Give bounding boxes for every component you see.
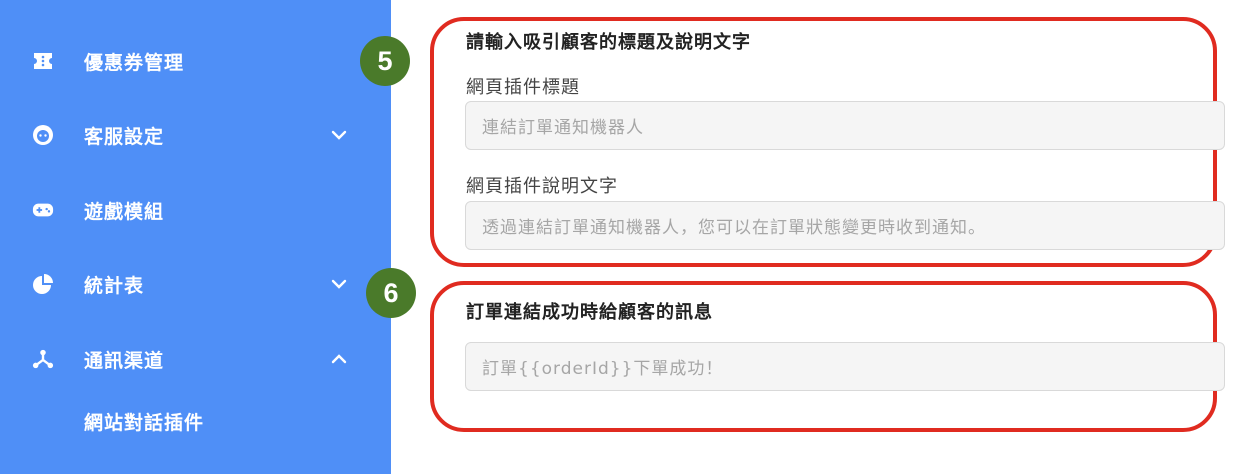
widget-title-input[interactable]: 連結訂單通知機器人 (465, 101, 1225, 150)
pie-chart-icon (32, 273, 54, 295)
sidebar-item-label: 統計表 (84, 274, 145, 297)
widget-description-label: 網頁插件說明文字 (466, 176, 618, 197)
sidebar-item-label: 優惠券管理 (84, 51, 185, 74)
sidebar-item-label: 遊戲模組 (84, 200, 165, 223)
chevron-down-icon[interactable] (328, 124, 350, 146)
widget-title-label: 網頁插件標題 (466, 77, 580, 98)
chevron-down-icon[interactable] (328, 273, 350, 295)
step-badge-6: 6 (366, 268, 416, 318)
sidebar-item-statistics[interactable]: 統計表 (0, 259, 391, 309)
sidebar-item-game-module[interactable]: 遊戲模組 (0, 185, 391, 235)
section-title-success-message: 訂單連結成功時給顧客的訊息 (466, 302, 713, 323)
headset-icon (32, 124, 54, 146)
gamepad-icon (32, 199, 54, 221)
chevron-up-icon[interactable] (328, 348, 350, 370)
sidebar-item-channels[interactable]: 通訊渠道 (0, 334, 391, 384)
ticket-icon (32, 50, 54, 72)
widget-description-input[interactable]: 透過連結訂單通知機器人，您可以在訂單狀態變更時收到通知。 (465, 201, 1225, 250)
step-badge-5: 5 (360, 36, 410, 86)
sidebar-item-label: 通訊渠道 (84, 349, 165, 372)
sidebar-item-customer-service[interactable]: 客服設定 (0, 110, 391, 160)
sidebar-item-coupons[interactable]: 優惠券管理 (0, 36, 391, 86)
section-title-intro: 請輸入吸引顧客的標題及說明文字 (466, 32, 751, 53)
sidebar-item-label: 客服設定 (84, 125, 165, 148)
sidebar-subitem-website-chat-plugin[interactable]: 網站對話插件 (84, 408, 204, 435)
channels-icon (32, 348, 54, 370)
success-message-input[interactable]: 訂單{{orderId}}下單成功！ (465, 342, 1225, 391)
sidebar: 優惠券管理 客服設定 遊戲模組 統計表 通訊渠道 網站對話插件 (0, 0, 391, 474)
